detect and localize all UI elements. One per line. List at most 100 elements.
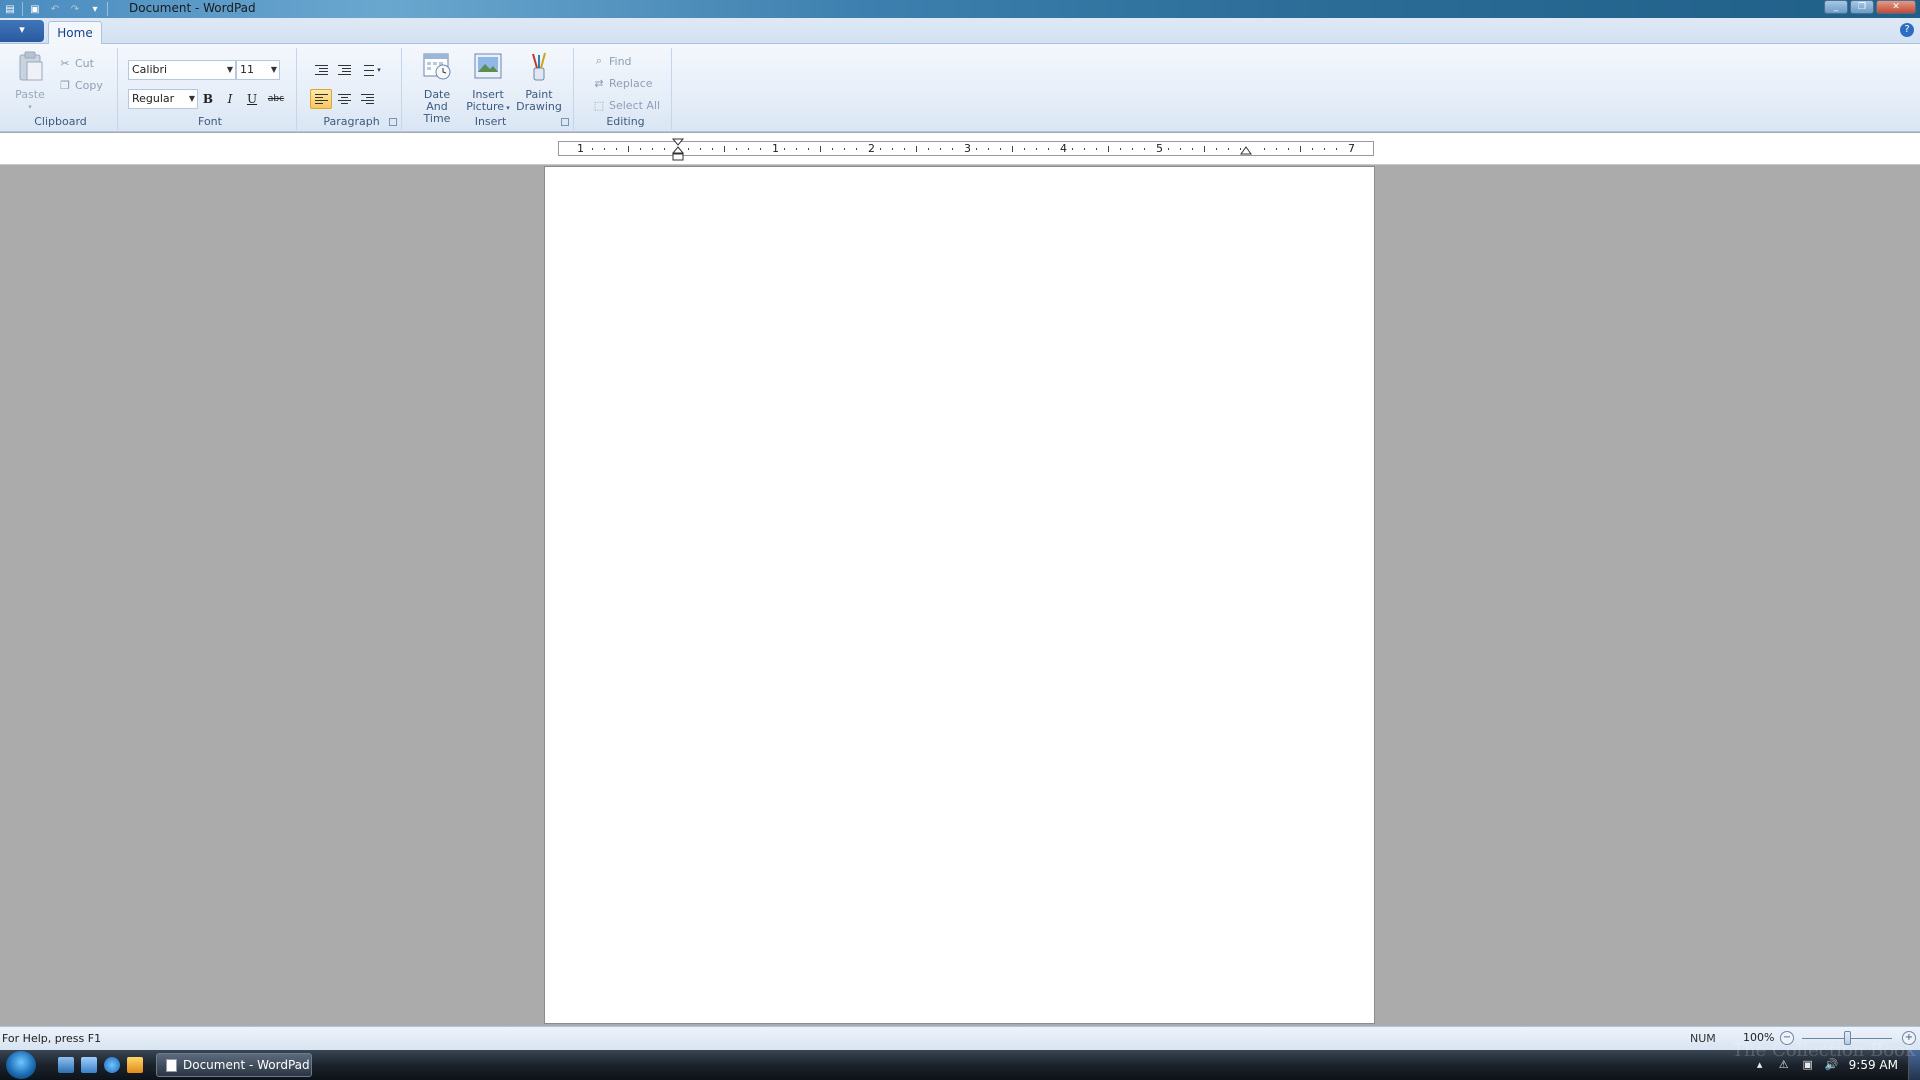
document-page[interactable]	[544, 166, 1375, 1024]
chevron-down-icon: ▼	[188, 94, 195, 103]
ruler-tick	[844, 148, 845, 150]
find-button[interactable]: ⌕ Find	[592, 52, 632, 70]
increase-indent-button[interactable]	[333, 60, 355, 80]
paragraph-group: ▾ Paragraph	[302, 48, 402, 130]
ruler-tick	[1276, 148, 1277, 150]
ruler-label: 2	[868, 142, 875, 155]
paragraph-dialog-launcher-icon[interactable]	[389, 118, 397, 126]
ruler-tick	[1192, 148, 1193, 150]
ruler-tick	[1048, 148, 1049, 150]
tab-home[interactable]: Home	[48, 21, 102, 45]
right-indent-marker-icon[interactable]	[1240, 146, 1252, 156]
ruler-tick	[1132, 148, 1133, 150]
minimize-button[interactable]: _	[1824, 0, 1848, 14]
ruler-tick	[1240, 148, 1241, 150]
show-desktop-icon[interactable]	[58, 1057, 74, 1073]
paste-label: Paste	[15, 88, 45, 101]
ruler-tick	[592, 148, 593, 150]
ribbon: Paste ▾ ✂ Cut ❐ Copy Clipboard Calibri ▼…	[0, 44, 1920, 132]
font-size-value: 11	[240, 63, 254, 76]
ruler-tick	[1096, 148, 1097, 150]
ruler-tick	[1024, 148, 1025, 150]
first-line-indent-marker-icon[interactable]	[672, 138, 684, 164]
ruler-tick	[1180, 148, 1181, 150]
num-lock-indicator: NUM	[1690, 1032, 1716, 1045]
cut-button[interactable]: ✂ Cut	[58, 54, 94, 72]
chevron-down-icon: ▾	[504, 104, 510, 112]
select-all-label: Select All	[609, 98, 661, 112]
paint-drawing-button[interactable]: Paint Drawing	[514, 50, 564, 113]
align-right-button[interactable]	[356, 89, 378, 109]
italic-button[interactable]: I	[220, 89, 240, 109]
app-icon[interactable]: ▤	[2, 2, 18, 16]
decrease-indent-button[interactable]	[310, 60, 332, 80]
ruler-tick	[940, 148, 941, 150]
divider	[107, 2, 108, 16]
replace-icon: ⇄	[594, 76, 604, 90]
clipboard-group-label: Clipboard	[34, 115, 87, 128]
taskbar-wordpad-button[interactable]: Document - WordPad	[156, 1053, 312, 1077]
internet-explorer-icon[interactable]	[104, 1057, 120, 1073]
status-bar: For Help, press F1 NUM 100% − +	[0, 1026, 1920, 1050]
insert-dialog-launcher-icon[interactable]	[561, 118, 569, 126]
paste-button[interactable]: Paste ▾	[12, 50, 48, 113]
bold-button[interactable]: B	[198, 89, 218, 109]
ruler-tick	[688, 148, 689, 150]
copy-button[interactable]: ❐ Copy	[58, 76, 103, 94]
align-right-icon	[360, 93, 374, 105]
ruler-tick	[1012, 146, 1013, 152]
strikethrough-button[interactable]: abc	[264, 89, 288, 109]
ruler-tick	[856, 148, 857, 150]
redo-icon[interactable]: ↷	[67, 2, 83, 16]
underline-button[interactable]: U	[242, 89, 262, 109]
scissors-icon: ✂	[60, 56, 70, 70]
align-left-button[interactable]	[310, 89, 332, 109]
bullet-list-button[interactable]: ▾	[356, 60, 386, 80]
help-icon[interactable]: ?	[1900, 23, 1914, 37]
font-family-select[interactable]: Calibri ▼	[128, 60, 236, 80]
watermark-text: The Collection Book	[1732, 1040, 1916, 1061]
align-center-button[interactable]	[333, 89, 355, 109]
ruler-tick	[1324, 148, 1325, 150]
font-style-select[interactable]: Regular ▼	[128, 89, 198, 109]
select-all-button[interactable]: ⬚ Select All	[592, 96, 660, 114]
close-button[interactable]: ✕	[1876, 0, 1916, 14]
replace-button[interactable]: ⇄ Replace	[592, 74, 652, 92]
decrease-indent-icon	[314, 64, 328, 76]
ribbon-tab-row: ▾ Home ?	[0, 18, 1920, 45]
ruler-tick	[808, 148, 809, 150]
ruler-label: 3	[964, 142, 971, 155]
divider	[22, 2, 23, 16]
ruler-tick	[748, 148, 749, 150]
insert-picture-button[interactable]: Insert Picture ▾	[464, 50, 512, 114]
undo-icon[interactable]: ↶	[47, 2, 63, 16]
ruler-tick	[928, 148, 929, 150]
ruler-tick	[1288, 148, 1289, 150]
horizontal-ruler[interactable]: 1 1 2 3 4 5 7	[558, 138, 1374, 161]
customize-qat-icon[interactable]: ▾	[87, 2, 103, 16]
ruler-tick	[760, 148, 761, 150]
taskbar: Document - WordPad ▴ ⚠ ▣ 🔊 9:59 AM	[0, 1050, 1920, 1080]
font-style-value: Regular	[132, 92, 175, 105]
copy-label: Copy	[75, 78, 103, 92]
ruler-tick	[976, 148, 977, 150]
ruler-tick	[1204, 146, 1205, 152]
paste-dropdown-icon[interactable]: ▾	[12, 101, 48, 113]
select-all-icon: ⬚	[593, 98, 605, 112]
maximize-button[interactable]: ❐	[1850, 0, 1874, 14]
font-size-select[interactable]: 11 ▼	[236, 60, 280, 80]
application-menu-button[interactable]: ▾	[0, 20, 44, 42]
ruler-tick	[784, 148, 785, 150]
date-time-button[interactable]: Date And Time	[412, 50, 462, 125]
ruler-tick	[820, 146, 821, 152]
insert-group: Date And Time Insert Picture ▾ Paint Dra…	[408, 48, 574, 130]
save-icon[interactable]: ▣	[27, 2, 43, 16]
media-player-icon[interactable]	[127, 1057, 143, 1073]
ruler-tick	[1120, 148, 1121, 150]
switch-windows-icon[interactable]	[81, 1057, 97, 1073]
start-button[interactable]	[6, 1051, 36, 1079]
ruler-label: 5	[1156, 142, 1163, 155]
ruler-tick	[640, 148, 641, 150]
cut-label: Cut	[75, 56, 94, 70]
paragraph-group-label: Paragraph	[323, 115, 380, 128]
